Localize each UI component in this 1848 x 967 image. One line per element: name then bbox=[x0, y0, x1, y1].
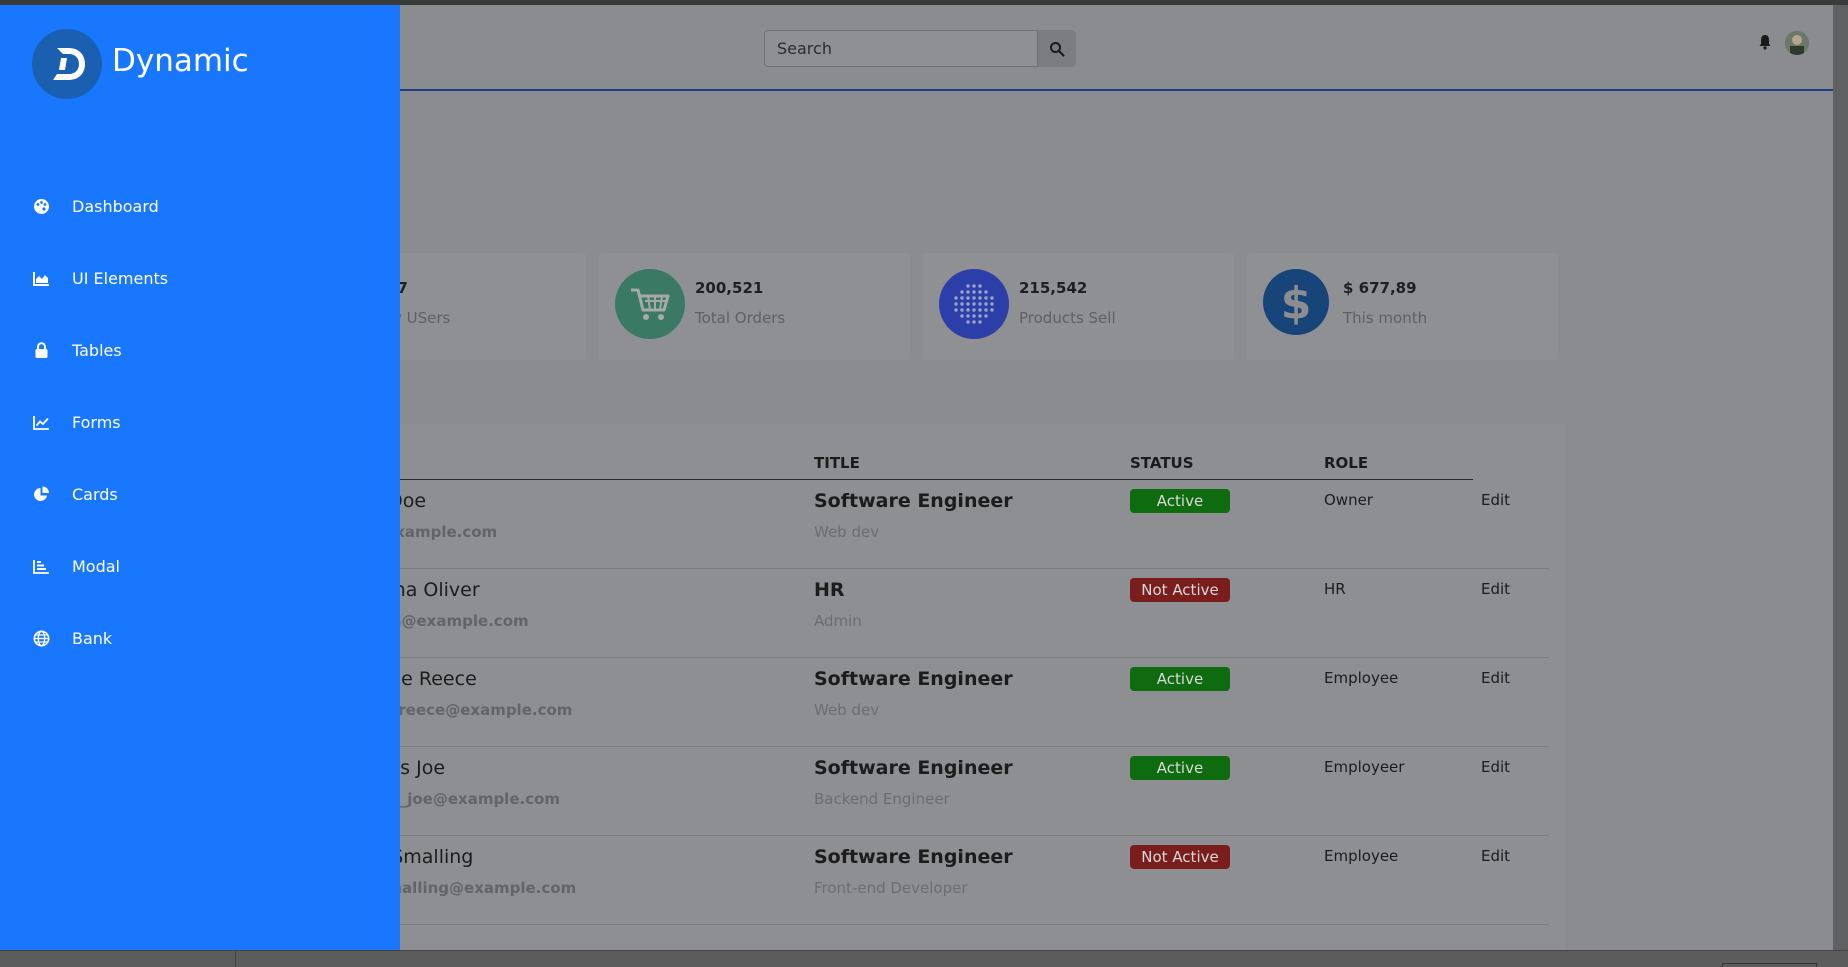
stat-value: $ 677,89 bbox=[1343, 279, 1417, 297]
row-role: Employee bbox=[1324, 669, 1399, 687]
svg-text:$: $ bbox=[1281, 278, 1312, 328]
edit-link[interactable]: Edit bbox=[1481, 758, 1510, 776]
stat-card-month: $ $ 677,89 This month bbox=[1247, 253, 1558, 360]
sidebar: Dynamic Dashboard UI Elements Tables For… bbox=[0, 5, 400, 950]
dollar-icon: $ bbox=[1263, 269, 1329, 335]
row-subtitle: Front-end Developer bbox=[814, 879, 968, 897]
globe-icon bbox=[32, 629, 50, 647]
stat-value: 200,521 bbox=[695, 279, 764, 297]
sidebar-item-label: Modal bbox=[72, 556, 120, 576]
status-badge: Active bbox=[1130, 489, 1230, 513]
shopping-cart-icon bbox=[615, 269, 685, 339]
logo-icon bbox=[32, 29, 102, 99]
row-divider bbox=[290, 746, 1549, 747]
header-divider bbox=[290, 479, 1473, 480]
row-title: Software Engineer bbox=[814, 668, 1013, 690]
row-email: _smalling@example.com bbox=[370, 879, 577, 897]
sidebar-item-ui-elements[interactable]: UI Elements bbox=[32, 263, 372, 293]
row-role: Employee bbox=[1324, 847, 1399, 865]
row-title: Software Engineer bbox=[814, 757, 1013, 779]
sidebar-item-cards[interactable]: Cards bbox=[32, 479, 372, 509]
column-header-role: ROLE bbox=[1324, 454, 1369, 472]
sidebar-item-forms[interactable]: Forms bbox=[32, 407, 372, 437]
area-chart-icon bbox=[32, 269, 50, 287]
row-title: Software Engineer bbox=[814, 490, 1013, 512]
sidebar-item-label: Forms bbox=[72, 412, 121, 432]
sidebar-item-dashboard[interactable]: Dashboard bbox=[32, 191, 372, 221]
row-divider bbox=[290, 835, 1549, 836]
status-badge: Not Active bbox=[1130, 578, 1230, 602]
row-role: Owner bbox=[1324, 491, 1373, 509]
search-icon bbox=[1050, 41, 1065, 57]
row-subtitle: Admin bbox=[814, 612, 862, 630]
row-email: ge_reece@example.com bbox=[370, 701, 573, 719]
pie-chart-icon bbox=[32, 485, 50, 503]
sidebar-item-label: Tables bbox=[72, 340, 122, 360]
search-button[interactable] bbox=[1038, 30, 1076, 67]
sidebar-item-label: Cards bbox=[72, 484, 118, 504]
stat-label: Products Sell bbox=[1019, 309, 1116, 327]
window-bottom-bar bbox=[0, 950, 1848, 967]
stat-label: v USers bbox=[393, 309, 451, 327]
edit-link[interactable]: Edit bbox=[1481, 847, 1510, 865]
edit-link[interactable]: Edit bbox=[1481, 491, 1510, 509]
status-segment bbox=[0, 951, 236, 967]
status-badge: Active bbox=[1130, 756, 1230, 780]
row-title: Software Engineer bbox=[814, 846, 1013, 868]
stat-card-products: 215,542 Products Sell bbox=[923, 253, 1234, 360]
sidebar-item-label: Bank bbox=[72, 628, 113, 648]
bar-chart-icon bbox=[32, 557, 50, 575]
scrollbar[interactable] bbox=[1833, 5, 1848, 950]
row-subtitle: Web dev bbox=[814, 523, 880, 541]
dots-grid-icon bbox=[939, 269, 1009, 339]
line-chart-icon bbox=[32, 413, 50, 431]
lock-icon bbox=[32, 341, 50, 359]
sidebar-item-tables[interactable]: Tables bbox=[32, 335, 372, 365]
row-divider bbox=[290, 924, 1549, 925]
search-input[interactable]: Search bbox=[764, 30, 1038, 67]
sidebar-item-modal[interactable]: Modal bbox=[32, 551, 372, 581]
sidebar-item-label: UI Elements bbox=[72, 268, 169, 288]
avatar[interactable] bbox=[1785, 31, 1809, 55]
edit-link[interactable]: Edit bbox=[1481, 580, 1510, 598]
status-badge: Not Active bbox=[1130, 845, 1230, 869]
row-divider bbox=[290, 568, 1549, 569]
row-role: HR bbox=[1324, 580, 1346, 598]
stat-label: This month bbox=[1343, 309, 1428, 327]
stat-card-orders: 200,521 Total Orders bbox=[599, 253, 910, 360]
stat-label: Total Orders bbox=[695, 309, 786, 327]
row-subtitle: Web dev bbox=[814, 701, 880, 719]
bell-icon[interactable] bbox=[1758, 34, 1772, 50]
row-role: Employeer bbox=[1324, 758, 1405, 776]
brand-name: Dynamic bbox=[112, 43, 249, 79]
row-title: HR bbox=[814, 579, 845, 601]
row-divider bbox=[290, 657, 1549, 658]
sidebar-item-label: Dashboard bbox=[72, 196, 159, 216]
stat-value: 215,542 bbox=[1019, 279, 1088, 297]
sidebar-item-bank[interactable]: Bank bbox=[32, 623, 372, 653]
edit-link[interactable]: Edit bbox=[1481, 669, 1510, 687]
status-badge: Active bbox=[1130, 667, 1230, 691]
column-header-status: STATUS bbox=[1130, 454, 1194, 472]
column-header-title: TITLE bbox=[814, 454, 860, 472]
status-segment bbox=[1722, 963, 1817, 967]
row-subtitle: Backend Engineer bbox=[814, 790, 950, 808]
palette-icon bbox=[32, 197, 50, 215]
